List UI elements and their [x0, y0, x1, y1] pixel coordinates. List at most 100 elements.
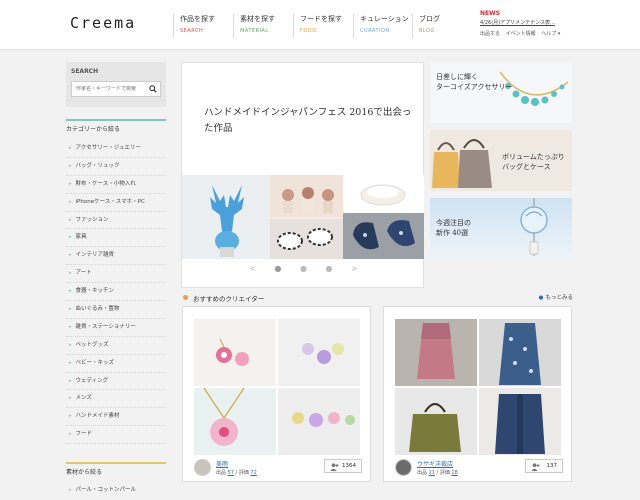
- material-item-label: パール・コットンパール: [75, 487, 137, 493]
- work-photo[interactable]: [194, 388, 276, 455]
- category-label: ベビー・キッズ: [75, 359, 115, 366]
- favorite-button[interactable]: 1364: [324, 459, 362, 473]
- chevron-circle-icon: ●: [538, 295, 544, 301]
- news-block: NEWS 4/26(月)アプリメンテナンス表...: [480, 10, 555, 26]
- search-input[interactable]: [72, 86, 146, 92]
- chevron-right-icon: ▸: [69, 341, 72, 348]
- chevron-right-icon: ▸: [69, 252, 72, 259]
- chevron-right-icon: ▸: [69, 180, 72, 187]
- work-photo[interactable]: [395, 319, 477, 386]
- banner-bags[interactable]: ボリュームたっぷり バッグとケース: [430, 130, 572, 191]
- category-item[interactable]: ▸ 食器・キッチン: [66, 283, 166, 302]
- category-list: ▸ アクセサリー・ジュエリー ▸ バッグ・リュック ▸ 財布・ケース・小物入れ ▸ iPhon…: [66, 140, 166, 445]
- sell-link[interactable]: 出品する: [480, 31, 500, 37]
- chevron-right-icon: ▸: [69, 413, 72, 420]
- hero-carousel[interactable]: ハンドメイドインジャパンフェス 2016で出会った作品 < ● ● ● >: [181, 62, 424, 288]
- category-label: メンズ: [75, 395, 92, 402]
- category-item[interactable]: ▸ アート: [66, 265, 166, 284]
- category-label: iPhoneケース・スマホ・PC: [75, 198, 145, 205]
- see-more-link[interactable]: ● もっとみる: [539, 293, 573, 301]
- chevron-right-icon: ▸: [69, 216, 72, 223]
- category-label: 食器・キッチン: [75, 288, 115, 295]
- work-photo[interactable]: [395, 388, 477, 455]
- chevron-right-icon: ▸: [69, 145, 72, 151]
- carousel-dot-1[interactable]: ●: [274, 264, 281, 273]
- utility-links: 出品する イベント情報 ヘルプ ▾: [480, 30, 564, 37]
- category-item[interactable]: ▸ ぬいぐるみ・置物: [66, 301, 166, 319]
- category-item[interactable]: ▸ ウェディング: [66, 373, 166, 391]
- category-item[interactable]: ▸ ハンドメイド素材: [66, 408, 166, 427]
- nav-blog[interactable]: ブログ BLOG: [412, 14, 440, 38]
- category-item[interactable]: ▸ 雑貨・ステーショナリー: [66, 319, 166, 337]
- category-label: インテリア雑貨: [75, 252, 115, 259]
- category-item[interactable]: ▸ メンズ: [66, 390, 166, 409]
- favorite-button[interactable]: 137: [525, 459, 563, 473]
- work-photo[interactable]: [278, 319, 360, 386]
- creator-stats: 出品 21 / 評価 18: [417, 469, 458, 476]
- material-item[interactable]: ▸ パール・コットンパール: [66, 485, 166, 493]
- creator-stats: 出品 57 / 評価 72: [216, 469, 257, 476]
- recommended-bullet-icon: [183, 295, 188, 300]
- chevron-right-icon: ▸: [69, 234, 72, 241]
- nav-material-label: 素材を探す: [240, 15, 275, 23]
- category-item[interactable]: ▸ フード: [66, 426, 166, 445]
- nav-search[interactable]: 作品を探す SEARCH: [173, 14, 215, 38]
- category-item[interactable]: ▸ 家具: [66, 229, 166, 248]
- carousel-dot-2[interactable]: ●: [300, 264, 307, 273]
- rating-count[interactable]: 72: [250, 470, 256, 476]
- chevron-right-icon: ▸: [69, 323, 72, 330]
- hero-title: ハンドメイドインジャパンフェス 2016で出会った作品: [204, 107, 412, 134]
- carousel-prev-button[interactable]: <: [249, 264, 256, 273]
- category-item[interactable]: ▸ iPhoneケース・スマホ・PC: [66, 194, 166, 212]
- work-photo[interactable]: [194, 319, 276, 386]
- chevron-right-icon: ▸: [69, 377, 72, 384]
- work-photo[interactable]: [479, 388, 561, 455]
- rating-count[interactable]: 18: [451, 470, 457, 476]
- nav-material-sublabel: MATERIAL: [240, 28, 269, 34]
- search-title: SEARCH: [71, 68, 99, 75]
- work-photo[interactable]: [479, 319, 561, 386]
- category-item[interactable]: ▸ ペットグッズ: [66, 337, 166, 355]
- category-item[interactable]: ▸ ファッション: [66, 212, 166, 230]
- creator-1-works: [194, 319, 360, 455]
- creema-logo[interactable]: Creema: [70, 14, 136, 32]
- category-item[interactable]: ▸ インテリア雑貨: [66, 247, 166, 266]
- creator-name[interactable]: 美雨: [216, 459, 228, 468]
- creator-card-1[interactable]: 美雨 出品 57 / 評価 72 1364: [182, 306, 371, 482]
- chevron-right-icon: ▸: [69, 431, 72, 438]
- category-item[interactable]: ▸ バッグ・リュック: [66, 158, 166, 176]
- help-dropdown[interactable]: ヘルプ ▾: [541, 31, 560, 37]
- banner-turquoise[interactable]: 日差しに輝く ターコイズアクセサリー: [430, 62, 572, 123]
- category-label: ぬいぐるみ・置物: [75, 306, 120, 313]
- category-label: アクセサリー・ジュエリー: [75, 145, 141, 151]
- chevron-right-icon: ▸: [69, 359, 72, 366]
- nav-food-label: フードを探す: [300, 15, 342, 23]
- banner-turquoise-text: 日差しに輝く ターコイズアクセサリー: [436, 73, 513, 91]
- news-link[interactable]: 4/26(月)アプリメンテナンス表...: [480, 19, 555, 26]
- sidebar: SEARCH カテゴリーから絞る ▸アクセサリー・ジュエリー▸バッグ・リュック▸…: [66, 62, 166, 445]
- banner-new-works[interactable]: 今週注目の 新作 40選: [430, 198, 572, 259]
- events-link[interactable]: イベント情報: [506, 31, 536, 37]
- carousel-next-button[interactable]: >: [351, 264, 358, 273]
- avatar[interactable]: [395, 459, 412, 476]
- category-heading: カテゴリーから絞る: [66, 119, 166, 136]
- rating-label: / 評価: [434, 470, 452, 476]
- nav-blog-label: ブログ: [419, 15, 440, 23]
- chevron-right-icon: ▸: [69, 162, 72, 169]
- nav-material[interactable]: 素材を探す MATERIAL: [233, 14, 275, 38]
- category-item[interactable]: ▸ アクセサリー・ジュエリー: [66, 140, 166, 158]
- category-item[interactable]: ▸ ベビー・キッズ: [66, 355, 166, 373]
- work-photo[interactable]: [278, 388, 360, 455]
- nav-search-sublabel: SEARCH: [180, 28, 204, 34]
- avatar[interactable]: [194, 459, 211, 476]
- category-label: フード: [75, 431, 93, 438]
- search-icon[interactable]: [146, 82, 160, 96]
- nav-food[interactable]: フードを探す FOOD: [293, 14, 342, 38]
- nav-curation[interactable]: キュレーション CURATION: [353, 14, 409, 38]
- nav-blog-sublabel: BLOG: [419, 28, 435, 34]
- category-item[interactable]: ▸ 財布・ケース・小物入れ: [66, 176, 166, 194]
- creator-name[interactable]: ウサギ洋裁店: [417, 459, 453, 468]
- creator-card-2[interactable]: ウサギ洋裁店 出品 21 / 評価 18 137: [383, 306, 572, 482]
- recommended-title: おすすめのクリエイター: [193, 295, 265, 303]
- carousel-dot-3[interactable]: ●: [326, 264, 333, 273]
